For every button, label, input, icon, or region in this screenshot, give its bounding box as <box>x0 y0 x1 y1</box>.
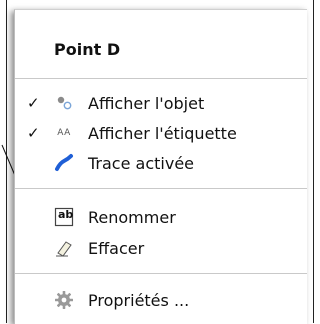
eraser-icon <box>54 238 74 258</box>
gear-icon <box>54 290 74 310</box>
menu-item-show-label[interactable]: ✓ AA Afficher l'étiquette <box>15 120 307 146</box>
menu-title: Point D <box>54 40 121 59</box>
menu-separator <box>15 188 307 189</box>
menu-item-label: Renommer <box>88 207 176 227</box>
menu-item-show-object[interactable]: ✓ Afficher l'objet <box>15 90 307 116</box>
checkmark-icon: ✓ <box>27 124 40 142</box>
menu-separator <box>15 273 307 274</box>
menu-item-label: Afficher l'objet <box>88 93 205 113</box>
trace-icon <box>54 153 74 173</box>
menu-item-rename[interactable]: ab Renommer <box>15 204 307 230</box>
show-label-icon: AA <box>57 128 71 138</box>
menu-item-label: Effacer <box>88 238 145 258</box>
menu-item-delete[interactable]: Effacer <box>15 235 307 261</box>
menu-item-label: Propriétés ... <box>88 290 190 310</box>
rename-icon: ab <box>54 207 74 227</box>
checkmark-icon: ✓ <box>27 94 40 112</box>
menu-item-trace[interactable]: Trace activée <box>15 150 307 176</box>
menu-item-label: Trace activée <box>88 153 195 173</box>
menu-separator <box>15 78 307 79</box>
menu-item-label: Afficher l'étiquette <box>88 123 237 143</box>
show-object-icon <box>54 93 74 113</box>
menu-item-properties[interactable]: Propriétés ... <box>15 287 307 313</box>
window-right-border <box>313 0 314 323</box>
context-menu: Point D ✓ Afficher l'objet ✓ AA Afficher… <box>14 9 307 324</box>
